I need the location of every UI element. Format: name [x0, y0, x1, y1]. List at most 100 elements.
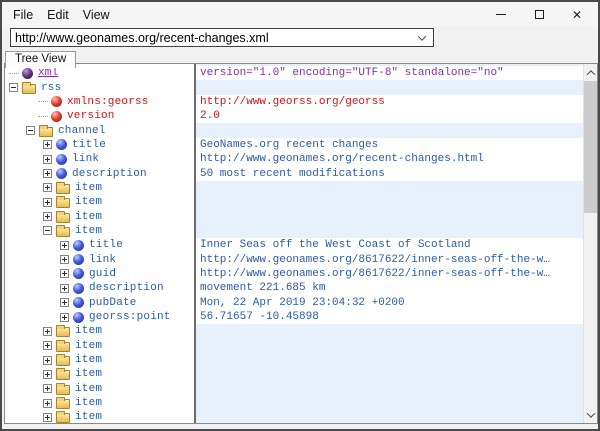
- folder-icon: [56, 184, 70, 194]
- scroll-up-button[interactable]: [584, 65, 597, 80]
- tree-row[interactable]: description: [5, 166, 194, 180]
- expand-icon[interactable]: [43, 399, 52, 408]
- expand-icon[interactable]: [43, 155, 52, 164]
- close-button[interactable]: ✕: [558, 2, 596, 27]
- collapse-icon[interactable]: [26, 126, 35, 135]
- expand-icon[interactable]: [43, 356, 52, 365]
- element-icon: [56, 154, 67, 165]
- expand-icon[interactable]: [60, 269, 69, 278]
- value-row[interactable]: movement 221.685 km: [196, 281, 583, 295]
- node-label: version: [67, 110, 115, 122]
- expand-icon[interactable]: [43, 341, 52, 350]
- scrollbar-thumb[interactable]: [584, 81, 597, 213]
- url-combobox[interactable]: [10, 28, 434, 47]
- value-row[interactable]: 56.71657 -10.45898: [196, 310, 583, 324]
- expand-icon[interactable]: [43, 384, 52, 393]
- tree-row[interactable]: item: [5, 382, 194, 396]
- folder-icon: [56, 370, 70, 380]
- value-row[interactable]: Mon, 22 Apr 2019 23:04:32 +0200: [196, 296, 583, 310]
- tree-row[interactable]: link: [5, 252, 194, 266]
- value-panel[interactable]: version="1.0" encoding="UTF-8" standalon…: [196, 64, 583, 423]
- value-row[interactable]: GeoNames.org recent changes: [196, 138, 583, 152]
- node-label: item: [75, 383, 102, 395]
- value-row[interactable]: 50 most recent modifications: [196, 166, 583, 180]
- maximize-button[interactable]: [520, 2, 558, 27]
- value-row[interactable]: http://www.geonames.org/8617622/inner-se…: [196, 252, 583, 266]
- value-row[interactable]: http://www.geonames.org/8617622/inner-se…: [196, 267, 583, 281]
- menu-edit[interactable]: Edit: [40, 5, 76, 25]
- folder-icon: [56, 385, 70, 395]
- tree-row[interactable]: description: [5, 281, 194, 295]
- menu-file[interactable]: File: [6, 5, 40, 25]
- node-value: 56.71657 -10.45898: [200, 311, 319, 323]
- url-dropdown-button[interactable]: [411, 29, 433, 46]
- tree-row[interactable]: item: [5, 410, 194, 423]
- scroll-down-button[interactable]: [584, 407, 597, 422]
- tree-row[interactable]: link: [5, 152, 194, 166]
- collapse-icon[interactable]: [9, 83, 18, 92]
- value-row-empty: [196, 195, 583, 209]
- expand-icon[interactable]: [43, 212, 52, 221]
- expand-icon[interactable]: [43, 198, 52, 207]
- value-row[interactable]: http://www.geonames.org/recent-changes.h…: [196, 152, 583, 166]
- tree-row[interactable]: item: [5, 209, 194, 223]
- tree-row[interactable]: item: [5, 353, 194, 367]
- expand-icon[interactable]: [43, 370, 52, 379]
- collapse-icon[interactable]: [43, 226, 52, 235]
- node-value: movement 221.685 km: [200, 282, 325, 294]
- node-label: title: [89, 239, 123, 251]
- tree-row[interactable]: georss:point: [5, 310, 194, 324]
- tree-row[interactable]: item: [5, 339, 194, 353]
- chevron-up-icon: [586, 70, 594, 78]
- node-label: channel: [58, 125, 106, 137]
- expand-icon[interactable]: [60, 284, 69, 293]
- tree-connector: [38, 101, 48, 102]
- tree-row[interactable]: xmlns:georss: [5, 95, 194, 109]
- expand-icon[interactable]: [60, 255, 69, 264]
- chevron-down-icon: [586, 409, 594, 417]
- tree-row[interactable]: item: [5, 396, 194, 410]
- tree-row[interactable]: version: [5, 109, 194, 123]
- expand-icon[interactable]: [43, 140, 52, 149]
- vertical-scrollbar[interactable]: [583, 64, 597, 423]
- node-label: xml: [38, 67, 58, 79]
- tree-row[interactable]: xml: [5, 66, 194, 80]
- tree-row[interactable]: rss: [5, 80, 194, 94]
- expand-icon[interactable]: [60, 241, 69, 250]
- node-value: Mon, 22 Apr 2019 23:04:32 +0200: [200, 297, 405, 309]
- expand-icon[interactable]: [43, 183, 52, 192]
- tab-tree-view[interactable]: Tree View: [5, 51, 76, 68]
- value-row[interactable]: version="1.0" encoding="UTF-8" standalon…: [196, 66, 583, 80]
- value-row[interactable]: Inner Seas off the West Coast of Scotlan…: [196, 238, 583, 252]
- tree-row[interactable]: title: [5, 238, 194, 252]
- tree-row[interactable]: item: [5, 195, 194, 209]
- minimize-button[interactable]: [482, 2, 520, 27]
- expand-icon[interactable]: [43, 413, 52, 422]
- chevron-down-icon: [418, 32, 426, 40]
- menu-view[interactable]: View: [76, 5, 117, 25]
- node-label: link: [89, 254, 116, 266]
- tree-row[interactable]: item: [5, 367, 194, 381]
- node-label: item: [75, 354, 102, 366]
- tree-row[interactable]: pubDate: [5, 296, 194, 310]
- tree-row[interactable]: item: [5, 181, 194, 195]
- expand-icon[interactable]: [43, 327, 52, 336]
- tree-row[interactable]: channel: [5, 123, 194, 137]
- expand-icon[interactable]: [60, 298, 69, 307]
- url-input[interactable]: [11, 31, 411, 45]
- value-row-empty: [196, 224, 583, 238]
- tree-row[interactable]: guid: [5, 267, 194, 281]
- attribute-icon: [51, 111, 62, 122]
- node-label: item: [75, 397, 102, 409]
- expand-icon[interactable]: [60, 313, 69, 322]
- value-row[interactable]: http://www.georss.org/georss: [196, 95, 583, 109]
- tree-row[interactable]: item: [5, 224, 194, 238]
- tree-row[interactable]: item: [5, 324, 194, 338]
- expand-icon[interactable]: [43, 169, 52, 178]
- node-label: description: [89, 282, 164, 294]
- tree-panel[interactable]: xmlrssxmlns:georssversionchanneltitlelin…: [5, 64, 196, 423]
- value-row[interactable]: 2.0: [196, 109, 583, 123]
- attribute-icon: [51, 96, 62, 107]
- value-row-empty: [196, 396, 583, 410]
- tree-row[interactable]: title: [5, 138, 194, 152]
